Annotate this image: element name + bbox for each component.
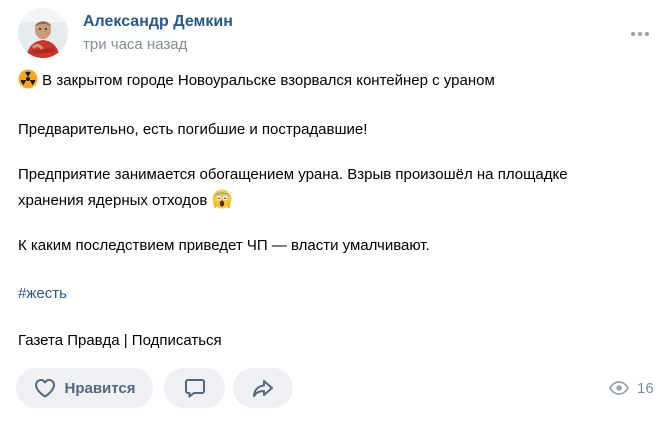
author-name[interactable]: Александр Демкин (83, 12, 233, 32)
post-text-line-4: К каким последствием приведет ЧП — власт… (18, 237, 430, 254)
comment-icon (184, 379, 205, 398)
share-button[interactable] (233, 368, 293, 408)
more-icon (631, 32, 635, 36)
heart-icon (35, 379, 56, 398)
post-timestamp[interactable]: три часа назад (83, 35, 187, 55)
share-icon (253, 380, 273, 397)
post-text-line-3b-wrap: хранения ядерных отходов (18, 189, 232, 211)
author-avatar[interactable] (18, 8, 68, 58)
face-screaming-icon (212, 189, 232, 209)
views-counter: 16 (609, 377, 654, 399)
comment-button[interactable] (164, 368, 225, 408)
post-text-line-2: Предварительно, есть погибшие и пострада… (18, 121, 368, 138)
like-label: Нравится (64, 379, 136, 397)
eye-icon (609, 381, 629, 395)
post-text-line-3a: Предприятие занимается обогащением урана… (18, 166, 568, 183)
more-icon-dot (645, 32, 649, 36)
views-count: 16 (637, 379, 654, 397)
more-options-button[interactable] (626, 24, 654, 44)
post-text-line: В закрытом городе Новоуральске взорвался… (18, 69, 495, 91)
avatar-photo (18, 8, 68, 58)
like-button[interactable]: Нравится (16, 368, 153, 408)
more-icon-dot (638, 32, 642, 36)
post-text-line-3b: хранения ядерных отходов (18, 192, 208, 209)
post-card: Александр Демкин три часа назад В закрыт… (0, 0, 670, 430)
radioactive-icon (18, 69, 38, 89)
hashtag-link[interactable]: #жесть (18, 284, 67, 304)
post-text-line-1: В закрытом городе Новоуральске взорвался… (42, 72, 495, 89)
post-signature: Газета Правда | Подписаться (18, 332, 222, 349)
